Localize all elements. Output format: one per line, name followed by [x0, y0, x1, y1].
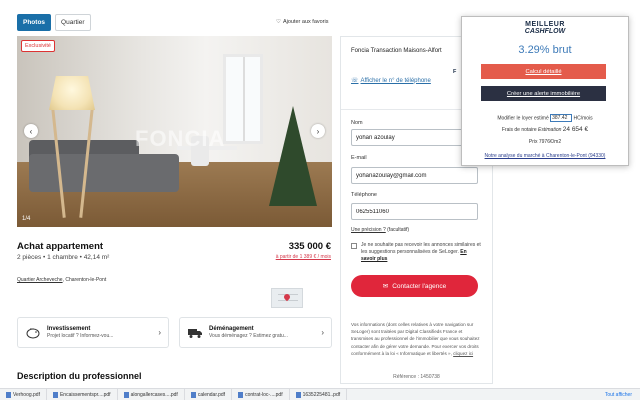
mini-map[interactable]	[271, 288, 303, 308]
chevron-left-icon: ‹	[29, 126, 33, 136]
email-field[interactable]	[351, 167, 478, 184]
professional-description-title: Description du professionnel	[17, 371, 142, 381]
download-item[interactable]: Encaissementspr....pdf	[47, 389, 118, 400]
show-phone-label: Afficher le n° de téléphone	[360, 77, 431, 84]
listing-price: 335 000 €	[288, 241, 331, 252]
pdf-file-icon	[52, 391, 58, 398]
investment-card-subtitle: Projet locatif ? Informez-vou...	[47, 333, 114, 339]
precision-label: Une précision ?	[351, 227, 386, 233]
neighborhood-link[interactable]: Quartier Archeveche	[17, 277, 63, 283]
meilleur-cashflow-popup: MEILLEUR CASHFLOW 3.29% brut Calcul déta…	[461, 16, 629, 166]
name-field[interactable]	[351, 129, 478, 146]
download-filename: Encaissementspr....pdf	[59, 391, 111, 398]
logo-line-1: MEILLEUR	[525, 21, 565, 28]
rent-unit: HC/mois	[573, 115, 593, 122]
rent-label: Modifier le loyer estimé	[497, 115, 549, 122]
photo-window	[223, 54, 263, 144]
exclusive-badge: Exclusivité	[21, 40, 55, 52]
show-all-downloads-link[interactable]: Tout afficher	[605, 392, 640, 398]
media-tabs: Photos Quartier	[17, 14, 91, 31]
phone-icon: ☏	[351, 78, 359, 84]
listing-photo[interactable]: FONCIA Exclusivité 1/4 ‹ ›	[17, 36, 332, 227]
pdf-file-icon	[190, 391, 196, 398]
notary-value: 24 654 €	[562, 126, 589, 133]
gross-yield: 3.29% brut	[518, 44, 572, 56]
download-item[interactable]: 1635225481..pdf	[290, 389, 348, 400]
logo-line-2: CASHFLOW	[524, 28, 566, 35]
phone-field[interactable]	[351, 203, 478, 220]
consent-checkbox[interactable]	[351, 243, 357, 249]
consent-text: Je ne souhaite pas recevoir les annonces…	[361, 242, 481, 263]
add-favorite-button[interactable]: ♡ Ajouter aux favoris	[276, 19, 329, 25]
chevron-right-icon: ›	[158, 328, 161, 337]
pdf-file-icon	[295, 391, 301, 398]
listing-location: Quartier Archeveche, Charenton-le-Pont	[17, 277, 106, 283]
download-filename: contrat-loc-....pdf	[245, 391, 283, 398]
create-alert-button[interactable]: Créer une alerte immobilière	[481, 86, 606, 101]
moving-card[interactable]: Déménagement Vous déménagez ? Estimez gr…	[179, 317, 332, 348]
consent-row: Je ne souhaite pas recevoir les annonces…	[351, 242, 481, 263]
investment-card-title: Investissement	[47, 326, 91, 332]
download-item[interactable]: calendar.pdf	[185, 389, 233, 400]
tab-photos[interactable]: Photos	[17, 14, 52, 31]
pdf-file-icon	[123, 391, 129, 398]
pdf-file-icon	[6, 391, 11, 398]
truck-icon	[186, 326, 204, 340]
legal-click-here-link[interactable]: cliquez ici	[453, 351, 473, 356]
download-filename: calendar.pdf	[197, 391, 226, 398]
listing-reference: Référence : 1450738	[393, 374, 440, 380]
photo-counter: 1/4	[22, 216, 31, 222]
loan-simulation-link[interactable]: à partir de 1 389 € / mois	[276, 254, 331, 260]
notary-row: Frais de notaire Estimation 24 654 €	[462, 126, 628, 133]
price-per-m2: Prix 7976€/m2	[528, 139, 562, 145]
download-filename: Verhoog.pdf	[13, 391, 40, 398]
investment-card[interactable]: Investissement Projet locatif ? Informez…	[17, 317, 169, 348]
photo-lampshade	[49, 76, 95, 110]
chevron-right-icon: ›	[321, 328, 324, 337]
listing-title: Achat appartement	[17, 241, 104, 252]
download-bar: Verhoog.pdf Encaissementspr....pdf along…	[0, 388, 640, 400]
next-photo-button[interactable]: ›	[311, 124, 325, 138]
photo-sofa	[29, 154, 179, 192]
city-name: , Charenton-le-Pont	[62, 277, 107, 283]
moving-card-title: Déménagement	[209, 326, 254, 332]
legal-notice: Vos informations (dont celles relatives …	[351, 321, 483, 357]
download-filename: 1635225481..pdf	[302, 391, 341, 398]
email-label: E-mail	[351, 155, 367, 161]
contact-agency-label: Contacter l'agence	[392, 282, 447, 290]
notary-estimation: Estimation	[536, 127, 563, 133]
add-favorite-label: Ajouter aux favoris	[282, 19, 329, 25]
listing-details: 2 pièces • 1 chambre • 42,14 m²	[17, 254, 110, 261]
rent-input[interactable]: 387.42	[550, 114, 573, 122]
download-filename: alongallercases....pdf	[130, 391, 178, 398]
chevron-right-icon: ›	[316, 126, 320, 136]
detailed-calculation-button[interactable]: Calcul détaillé	[481, 64, 606, 79]
name-label: Nom	[351, 120, 363, 126]
heart-icon: ♡	[276, 19, 281, 25]
mail-icon: ✉	[382, 283, 389, 290]
precision-optional: (facultatif)	[385, 227, 410, 233]
download-item[interactable]: Verhoog.pdf	[0, 389, 47, 400]
agency-logo: F	[453, 69, 457, 75]
pdf-file-icon	[238, 391, 244, 398]
agency-name: Foncia Transaction Maisons-Alfort	[351, 48, 442, 54]
moving-card-subtitle: Vous déménagez ? Estimez gratu...	[209, 333, 288, 339]
rent-row: Modifier le loyer estimé 387.42 HC/mois	[462, 114, 628, 122]
contact-agency-button[interactable]: ✉ Contacter l'agence	[351, 275, 478, 297]
phone-label: Téléphone	[351, 192, 377, 198]
previous-photo-button[interactable]: ‹	[24, 124, 38, 138]
meilleur-cashflow-logo: MEILLEUR CASHFLOW	[462, 21, 628, 35]
download-item[interactable]: alongallercases....pdf	[118, 389, 185, 400]
photo-watermark: FONCIA	[135, 126, 226, 151]
piggy-bank-icon	[24, 326, 42, 340]
precision-link[interactable]: Une précision ? (facultatif)	[351, 227, 409, 233]
notary-label: Frais de notaire	[501, 127, 537, 133]
market-analysis-link[interactable]: Notre analyse du marché à Charenton-le-P…	[462, 153, 628, 159]
download-item[interactable]: contrat-loc-....pdf	[232, 389, 290, 400]
show-phone-link[interactable]: ☏ Afficher le n° de téléphone	[351, 77, 431, 85]
tab-quartier[interactable]: Quartier	[55, 14, 91, 31]
map-pin-icon	[282, 292, 292, 302]
